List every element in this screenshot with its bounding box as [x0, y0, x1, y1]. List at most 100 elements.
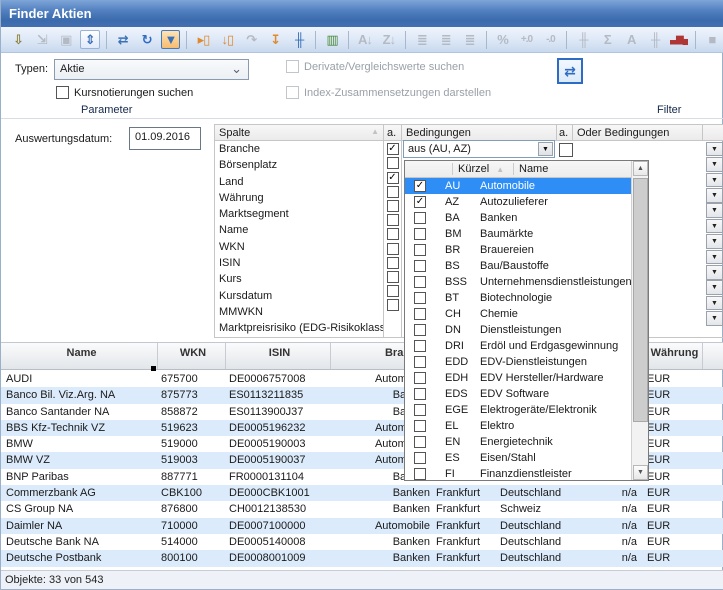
typen-combobox[interactable]: Aktie ⌄ — [54, 59, 249, 80]
item-checkbox[interactable] — [414, 212, 426, 224]
spalte-row[interactable]: WKN — [215, 239, 383, 255]
item-checkbox[interactable] — [414, 292, 426, 304]
item-checkbox[interactable] — [414, 404, 426, 416]
dropdown-item[interactable]: BMBaumärkte — [405, 226, 632, 242]
dropdown-item[interactable]: ESEisen/Stahl — [405, 450, 632, 466]
table-column-header[interactable]: Währung — [641, 343, 703, 369]
spalte-aktiv-checkbox[interactable] — [387, 243, 399, 255]
spalte-aktiv-checkbox[interactable] — [387, 271, 399, 283]
dropdown-item[interactable]: BABanken — [405, 210, 632, 226]
spalte-aktiv-checkbox[interactable] — [387, 228, 399, 240]
oder-bedingung-dropdown-arrow[interactable]: ▼ — [706, 280, 723, 295]
dropdown-item[interactable]: EDHEDV Hersteller/Hardware — [405, 370, 632, 386]
oder-bedingung-dropdown-arrow[interactable]: ▼ — [706, 203, 723, 218]
dropdown-item[interactable]: DRIErdöl und Erdgasgewinnung — [405, 338, 632, 354]
dropdown-item[interactable]: ✓AZAutozulieferer — [405, 194, 632, 210]
refresh-search-button[interactable]: ⇄ — [557, 58, 583, 84]
spalte-row[interactable]: Land — [215, 174, 383, 190]
item-checkbox[interactable] — [414, 452, 426, 464]
oder-bedingung-dropdown-arrow[interactable]: ▼ — [706, 265, 723, 280]
spalte-row[interactable]: Marktpreisrisiko (EDG-Risikoklasse) — [215, 320, 383, 336]
item-checkbox[interactable] — [414, 308, 426, 320]
combo-arrow-icon[interactable]: ▼ — [538, 142, 553, 156]
spalte-column-header[interactable]: Spalte▲ — [214, 124, 384, 141]
dropdown-scrollbar[interactable]: ▲ ▼ — [631, 161, 648, 480]
insert-settings-icon[interactable]: ╫ — [289, 30, 309, 49]
dropdown-item[interactable]: FIFinanzdienstleister — [405, 466, 632, 482]
kuerzel-column-header[interactable]: Kürzel ▲ — [452, 163, 504, 175]
table-column-header[interactable]: Name — [1, 343, 158, 369]
scroll-down-icon[interactable]: ▼ — [633, 465, 648, 480]
spalte-aktiv-checkbox[interactable] — [387, 257, 399, 269]
dropdown-item[interactable]: ENEnergietechnik — [405, 434, 632, 450]
item-checkbox[interactable]: ✓ — [414, 196, 426, 208]
spalte-aktiv-checkbox[interactable] — [387, 285, 399, 297]
table-row[interactable]: CS Group NA876800CH0012138530BankenFrank… — [1, 501, 723, 517]
move-bottom-icon[interactable]: ↧ — [265, 30, 285, 49]
refresh-icon[interactable]: ↻ — [137, 30, 157, 49]
filter-icon[interactable]: ▼ — [161, 30, 181, 49]
item-checkbox[interactable] — [414, 356, 426, 368]
name-column-header[interactable]: Name — [513, 163, 548, 175]
dropdown-item[interactable]: EDDEDV-Dienstleistungen — [405, 354, 632, 370]
dropdown-item[interactable]: BTBiotechnologie — [405, 290, 632, 306]
dropdown-item[interactable]: DNDienstleistungen — [405, 322, 632, 338]
spalte-row[interactable]: Börsenplatz — [215, 157, 383, 173]
oder-bedingung-dropdown-arrow[interactable]: ▼ — [706, 250, 723, 265]
item-checkbox[interactable] — [414, 324, 426, 336]
table-column-header[interactable]: WKN — [158, 343, 226, 369]
fit-height-icon[interactable]: ⇕ — [80, 30, 100, 49]
oder-bedingung-dropdown-arrow[interactable]: ▼ — [706, 219, 723, 234]
spalte-aktiv-checkbox[interactable] — [387, 186, 399, 198]
spalte-aktiv-checkbox[interactable]: ✓ — [387, 172, 399, 184]
table-row[interactable]: Daimler NA710000DE0007100000AutomobileFr… — [1, 518, 723, 534]
oder-bedingungen-column-header[interactable]: Oder Bedingungen — [573, 124, 703, 141]
visible-columns-icon[interactable]: ▥ — [322, 30, 342, 49]
table-row[interactable]: Deutsche Postbank800100DE0008001009Banke… — [1, 550, 723, 566]
bedingung-combobox[interactable]: aus (AU, AZ) ▼ — [403, 140, 555, 158]
dropdown-item[interactable]: ELElektro — [405, 418, 632, 434]
dropdown-item[interactable]: BSSUnternehmensdienstleistungen — [405, 274, 632, 290]
oder-bedingung-dropdown-arrow[interactable]: ▼ — [706, 142, 723, 157]
insert-right-icon[interactable]: ▸▯ — [193, 30, 213, 49]
insert-into-icon[interactable]: ↓▯ — [217, 30, 237, 49]
spalte-row[interactable]: MMWKN — [215, 304, 383, 320]
oder-bedingung-dropdown-arrow[interactable]: ▼ — [706, 173, 723, 188]
spalte-row[interactable]: Marktsegment — [215, 206, 383, 222]
spalte-aktiv-checkbox[interactable] — [387, 214, 399, 226]
item-checkbox[interactable] — [414, 276, 426, 288]
spalte-row[interactable]: Name — [215, 222, 383, 238]
spalte-aktiv-checkbox[interactable]: ✓ — [387, 143, 399, 155]
spalte-row[interactable]: Branche — [215, 141, 383, 157]
chart-icon[interactable]: ▃▆▄ — [669, 30, 689, 49]
item-checkbox[interactable] — [414, 260, 426, 272]
scrollbar-thumb[interactable] — [633, 178, 648, 422]
table-row[interactable]: Deutsche Bank NA514000DE0005140008Banken… — [1, 534, 723, 550]
spalte-aktiv-checkbox[interactable] — [387, 200, 399, 212]
item-checkbox[interactable] — [414, 468, 426, 480]
spalte-aktiv-checkbox[interactable] — [387, 157, 399, 169]
spalte-row[interactable]: ISIN — [215, 255, 383, 271]
item-checkbox[interactable] — [414, 340, 426, 352]
oder-bedingung-dropdown-arrow[interactable]: ▼ — [706, 296, 723, 311]
oder-bedingung-dropdown-arrow[interactable]: ▼ — [706, 311, 723, 326]
item-checkbox[interactable] — [414, 436, 426, 448]
bedingungen-column-header[interactable]: Bedingungen — [402, 124, 557, 141]
spalte-aktiv-checkbox[interactable] — [387, 299, 399, 311]
item-checkbox[interactable] — [414, 388, 426, 400]
auswertungsdatum-input[interactable]: 01.09.2016 — [129, 127, 201, 150]
dropdown-item[interactable]: BSBau/Baustoffe — [405, 258, 632, 274]
table-row[interactable]: Commerzbank AGCBK100DE000CBK1001BankenFr… — [1, 485, 723, 501]
oder-bedingung-dropdown-arrow[interactable]: ▼ — [706, 157, 723, 172]
spalte-row[interactable]: Währung — [215, 190, 383, 206]
column-width-icon[interactable]: ⇄ — [113, 30, 133, 49]
item-checkbox[interactable] — [414, 244, 426, 256]
oder-bedingung-dropdown-arrow[interactable]: ▼ — [706, 234, 723, 249]
dropdown-item[interactable]: CHChemie — [405, 306, 632, 322]
oder-bedingung-dropdown-arrow[interactable]: ▼ — [706, 188, 723, 203]
scroll-up-icon[interactable]: ▲ — [633, 161, 648, 176]
spalte-row[interactable]: Kurs — [215, 271, 383, 287]
item-checkbox[interactable]: ✓ — [414, 180, 426, 192]
chevron-down-icon[interactable]: ⌄ — [231, 61, 242, 77]
oder-bedingung-checkbox[interactable] — [559, 143, 573, 157]
